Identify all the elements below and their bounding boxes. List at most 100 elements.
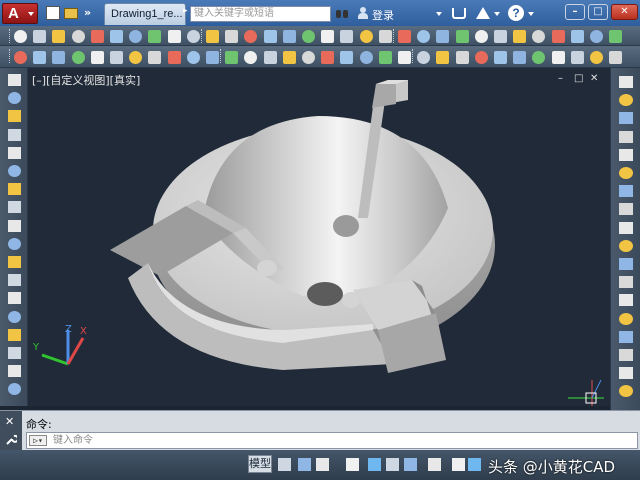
visual-style-tool-icon[interactable] bbox=[225, 51, 239, 64]
modify-tool-icon[interactable] bbox=[619, 294, 633, 307]
modeling-tool-icon[interactable] bbox=[167, 30, 181, 43]
draw-tool-icon[interactable] bbox=[8, 110, 21, 123]
modify-tool-icon[interactable] bbox=[619, 148, 633, 161]
binoculars-icon[interactable] bbox=[336, 8, 349, 19]
status-toggle-icon[interactable] bbox=[346, 458, 359, 471]
modeling-tool-icon[interactable] bbox=[206, 30, 219, 43]
modify-tool-icon[interactable] bbox=[619, 312, 633, 325]
modify-tool-icon[interactable] bbox=[619, 385, 633, 398]
modify-tool-icon[interactable] bbox=[619, 167, 633, 179]
status-toggle-icon[interactable] bbox=[368, 458, 381, 471]
visual-style-tool-icon[interactable] bbox=[263, 51, 277, 64]
close-icon[interactable]: ✕ bbox=[5, 415, 14, 428]
toolbar-grip[interactable] bbox=[9, 29, 11, 43]
visual-style-tool-icon[interactable] bbox=[148, 51, 162, 64]
visual-style-tool-icon[interactable] bbox=[590, 51, 603, 64]
modify-tool-icon[interactable] bbox=[619, 330, 633, 343]
draw-tool-icon[interactable] bbox=[8, 165, 21, 177]
status-toggle-icon[interactable] bbox=[278, 458, 291, 471]
visual-style-tool-icon[interactable] bbox=[455, 51, 469, 64]
toolbar-grip[interactable] bbox=[412, 49, 414, 63]
draw-tool-icon[interactable] bbox=[8, 365, 21, 378]
modify-tool-icon[interactable] bbox=[619, 276, 633, 289]
draw-tool-icon[interactable] bbox=[8, 219, 21, 232]
draw-tool-icon[interactable] bbox=[8, 183, 21, 196]
visual-style-tool-icon[interactable] bbox=[206, 51, 219, 64]
visual-style-tool-icon[interactable] bbox=[167, 51, 181, 64]
drawing-viewport[interactable]: Y Z X [–][自定义视图][真实] – □ ✕ bbox=[28, 68, 610, 406]
visual-style-tool-icon[interactable] bbox=[282, 51, 296, 64]
modeling-tool-icon[interactable] bbox=[90, 30, 104, 43]
status-toggle-icon[interactable] bbox=[468, 458, 481, 471]
modify-tool-icon[interactable] bbox=[619, 258, 633, 270]
search-input[interactable]: 键入关键字或短语 bbox=[190, 6, 331, 22]
application-menu-button[interactable]: A bbox=[2, 3, 38, 24]
modeling-tool-icon[interactable] bbox=[590, 30, 603, 43]
user-icon[interactable] bbox=[357, 7, 369, 20]
chevron-down-icon[interactable] bbox=[436, 12, 442, 16]
modeling-tool-icon[interactable] bbox=[378, 30, 392, 43]
model-tab[interactable]: 模型 bbox=[248, 455, 272, 473]
toolbar-grip[interactable] bbox=[201, 29, 203, 43]
modeling-tool-icon[interactable] bbox=[33, 30, 47, 43]
modeling-tool-icon[interactable] bbox=[52, 30, 66, 43]
draw-tool-icon[interactable] bbox=[8, 146, 21, 159]
modeling-tool-icon[interactable] bbox=[129, 30, 143, 43]
viewport-close-icon[interactable]: ✕ bbox=[590, 74, 600, 84]
visual-style-tool-icon[interactable] bbox=[494, 51, 507, 64]
modeling-tool-icon[interactable] bbox=[71, 30, 85, 43]
modeling-tool-icon[interactable] bbox=[225, 30, 239, 43]
modeling-tool-icon[interactable] bbox=[110, 30, 123, 43]
draw-tool-icon[interactable] bbox=[8, 328, 21, 341]
visual-style-tool-icon[interactable] bbox=[321, 51, 335, 64]
modeling-tool-icon[interactable] bbox=[263, 30, 277, 43]
command-prompt-icon[interactable]: ▷▾ bbox=[29, 435, 47, 446]
modeling-tool-icon[interactable] bbox=[436, 30, 450, 43]
modify-tool-icon[interactable] bbox=[619, 76, 633, 88]
modeling-tool-icon[interactable] bbox=[321, 30, 335, 43]
draw-tool-icon[interactable] bbox=[8, 128, 21, 141]
visual-style-tool-icon[interactable] bbox=[436, 51, 450, 64]
visual-style-tool-icon[interactable] bbox=[513, 51, 527, 64]
modeling-tool-icon[interactable] bbox=[14, 30, 27, 43]
toolbar-grip[interactable] bbox=[9, 49, 11, 63]
draw-tool-icon[interactable] bbox=[8, 256, 21, 268]
status-toggle-icon[interactable] bbox=[298, 458, 311, 471]
document-tab[interactable]: Drawing1_re... bbox=[104, 3, 186, 25]
visual-style-tool-icon[interactable] bbox=[551, 51, 565, 64]
command-input[interactable] bbox=[53, 433, 633, 448]
draw-tool-icon[interactable] bbox=[8, 383, 21, 396]
visual-style-tool-icon[interactable] bbox=[359, 51, 373, 64]
visual-style-tool-icon[interactable] bbox=[110, 51, 123, 64]
modeling-tool-icon[interactable] bbox=[359, 30, 373, 43]
viewport-minimize-icon[interactable]: – bbox=[558, 74, 568, 84]
draw-tool-icon[interactable] bbox=[8, 310, 21, 323]
modify-tool-icon[interactable] bbox=[619, 94, 633, 107]
modeling-tool-icon[interactable] bbox=[532, 30, 546, 43]
status-toggle-icon[interactable] bbox=[452, 458, 465, 471]
draw-tool-icon[interactable] bbox=[8, 292, 21, 305]
viewport-restore-icon[interactable]: □ bbox=[574, 74, 584, 84]
maximize-button[interactable]: □ bbox=[588, 4, 608, 20]
modeling-tool-icon[interactable] bbox=[186, 30, 200, 43]
visual-style-tool-icon[interactable] bbox=[302, 51, 315, 64]
modeling-tool-icon[interactable] bbox=[148, 30, 162, 43]
modeling-tool-icon[interactable] bbox=[244, 30, 258, 43]
modeling-tool-icon[interactable] bbox=[513, 30, 527, 43]
modify-tool-icon[interactable] bbox=[619, 221, 633, 234]
login-link[interactable]: 登录 bbox=[372, 7, 394, 23]
modeling-tool-icon[interactable] bbox=[282, 30, 296, 43]
modeling-tool-icon[interactable] bbox=[609, 30, 623, 43]
status-toggle-icon[interactable] bbox=[316, 458, 329, 471]
visual-style-tool-icon[interactable] bbox=[474, 51, 488, 64]
open-folder-icon[interactable] bbox=[64, 8, 78, 19]
visual-style-tool-icon[interactable] bbox=[52, 51, 66, 64]
minimize-button[interactable]: – bbox=[565, 4, 585, 20]
exchange-icon[interactable] bbox=[476, 7, 490, 19]
modeling-tool-icon[interactable] bbox=[570, 30, 584, 43]
toolbar-grip[interactable] bbox=[393, 29, 395, 43]
visual-style-tool-icon[interactable] bbox=[14, 51, 27, 64]
toolbar-grip[interactable] bbox=[220, 49, 222, 63]
visual-style-tool-icon[interactable] bbox=[33, 51, 47, 64]
modeling-tool-icon[interactable] bbox=[302, 30, 315, 43]
